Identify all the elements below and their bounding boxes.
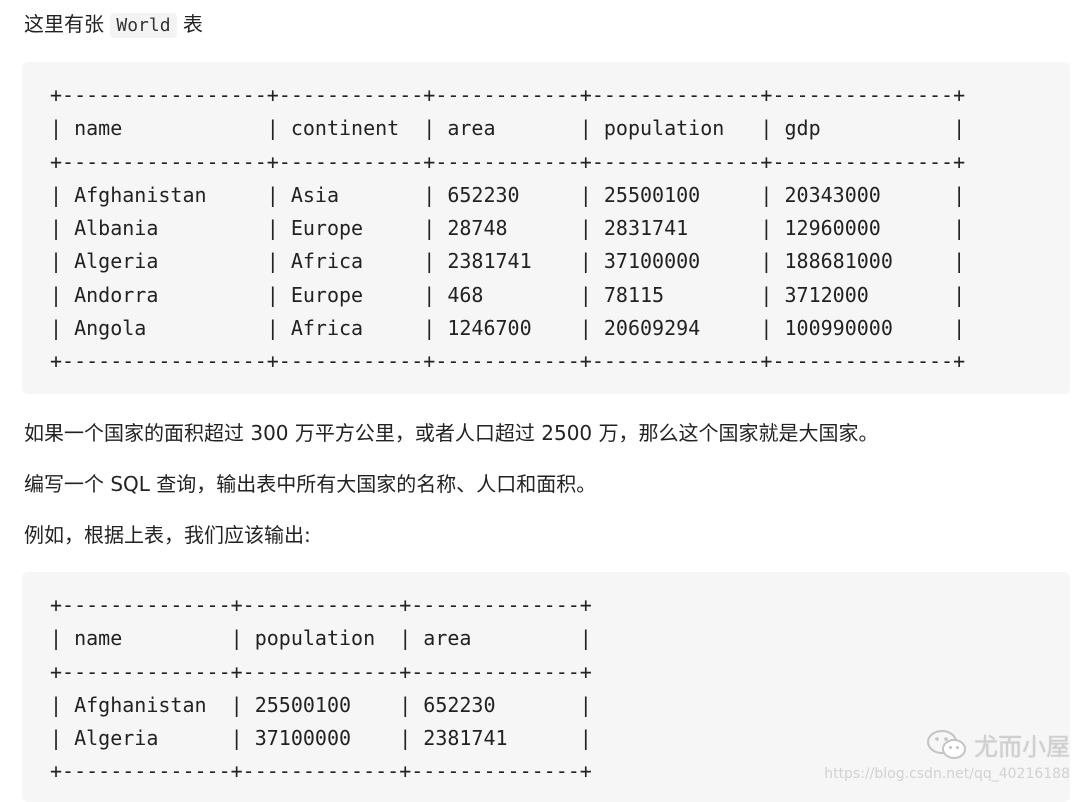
table-header-row: | name | population | area | bbox=[50, 626, 592, 650]
task-paragraph: 编写一个 SQL 查询，输出表中所有大国家的名称、人口和面积。 bbox=[24, 471, 596, 497]
table-border-bottom: +--------------+-------------+----------… bbox=[50, 759, 592, 783]
table-row: | Afghanistan | Asia | 652230 | 25500100… bbox=[50, 183, 965, 207]
result-table-pre: +--------------+-------------+----------… bbox=[50, 589, 1070, 789]
intro-text: 这里有张 World 表 bbox=[24, 11, 203, 39]
table-row: | Albania | Europe | 28748 | 2831741 | 1… bbox=[50, 216, 965, 240]
table-row: | Angola | Africa | 1246700 | 20609294 |… bbox=[50, 316, 965, 340]
table-border-mid: +-----------------+------------+--------… bbox=[50, 150, 965, 174]
table-border-bottom: +-----------------+------------+--------… bbox=[50, 349, 965, 373]
intro-suffix: 表 bbox=[183, 12, 203, 36]
wechat-icon bbox=[926, 729, 968, 761]
watermark: 尤而小屋 bbox=[926, 727, 1070, 762]
world-table-code-block: +-----------------+------------+--------… bbox=[22, 62, 1070, 394]
table-row: | Andorra | Europe | 468 | 78115 | 37120… bbox=[50, 283, 965, 307]
table-border-top: +--------------+-------------+----------… bbox=[50, 593, 592, 617]
watermark-name: 尤而小屋 bbox=[974, 727, 1070, 762]
watermark-url: https://blog.csdn.net/qq_40216188 bbox=[824, 766, 1070, 782]
intro-prefix: 这里有张 bbox=[24, 12, 104, 36]
table-row: | Afghanistan | 25500100 | 652230 | bbox=[50, 693, 592, 717]
table-border-top: +-----------------+------------+--------… bbox=[50, 83, 965, 107]
table-name-code: World bbox=[110, 13, 176, 38]
world-table-pre: +-----------------+------------+--------… bbox=[50, 79, 1070, 379]
condition-paragraph: 如果一个国家的面积超过 300 万平方公里，或者人口超过 2500 万，那么这个… bbox=[24, 420, 879, 446]
table-border-mid: +--------------+-------------+----------… bbox=[50, 660, 592, 684]
example-paragraph: 例如，根据上表，我们应该输出: bbox=[24, 522, 311, 548]
table-row: | Algeria | Africa | 2381741 | 37100000 … bbox=[50, 249, 965, 273]
table-row: | Algeria | 37100000 | 2381741 | bbox=[50, 726, 592, 750]
table-header-row: | name | continent | area | population |… bbox=[50, 116, 965, 140]
